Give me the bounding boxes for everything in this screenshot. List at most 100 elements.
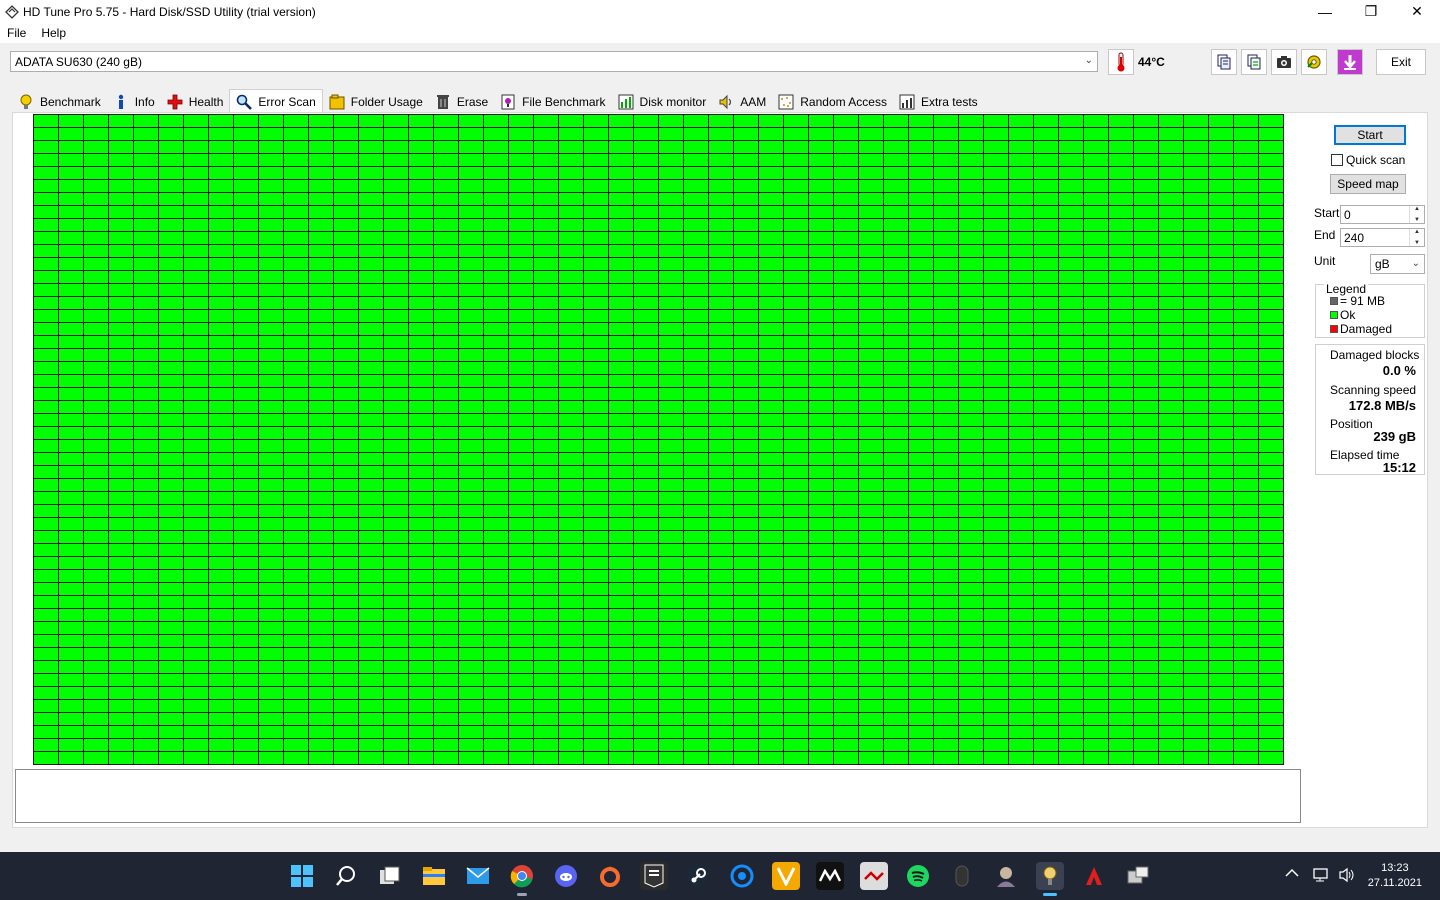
menu-help[interactable]: Help: [41, 26, 66, 40]
copy-text-button[interactable]: [1211, 49, 1237, 75]
chevron-down-icon: ⌄: [1084, 55, 1093, 66]
quick-scan-checkbox[interactable]: Quick scan: [1331, 153, 1405, 167]
tab-extra-tests[interactable]: Extra tests: [893, 91, 984, 113]
health-cross-icon: [167, 94, 183, 110]
start-button-taskbar[interactable]: [288, 862, 316, 890]
tab-label: Disk monitor: [639, 95, 707, 109]
random-access-icon: [778, 94, 794, 110]
speaker-icon: [718, 94, 734, 110]
thermometer-icon: [1117, 52, 1125, 72]
save-button[interactable]: [1337, 49, 1363, 75]
mail-button[interactable]: [464, 862, 492, 890]
tab-random-access[interactable]: Random Access: [772, 91, 893, 113]
running-indicator: [517, 893, 527, 896]
tab-folder-usage[interactable]: Folder Usage: [323, 91, 429, 113]
volume-control[interactable]: [1338, 867, 1356, 886]
extra-tests-icon: [899, 94, 915, 110]
tab-aam[interactable]: AAM: [712, 91, 772, 113]
legend-ok: Ok: [1330, 308, 1355, 322]
chrome-icon: [510, 865, 533, 888]
mouse-app-button[interactable]: [948, 862, 976, 890]
tab-benchmark[interactable]: Benchmark: [12, 91, 107, 113]
tab-file-benchmark[interactable]: File Benchmark: [494, 91, 611, 113]
options-button[interactable]: [1301, 49, 1327, 75]
discord-button[interactable]: [552, 862, 580, 890]
legend-block-size-text: = 91 MB: [1340, 294, 1386, 308]
end-value: 240: [1344, 230, 1365, 245]
spin-arrows[interactable]: ▲ ▼: [1409, 206, 1424, 223]
file-explorer-button[interactable]: [420, 862, 448, 890]
origin-button[interactable]: [596, 862, 624, 890]
tab-label: Folder Usage: [350, 95, 423, 109]
folder-icon: [423, 867, 445, 885]
tab-info[interactable]: Info: [107, 91, 161, 113]
steam-button[interactable]: [684, 862, 712, 890]
msi-afterburner-icon: [864, 871, 884, 881]
clock-date: 27.11.2021: [1367, 877, 1422, 889]
tab-error-scan[interactable]: Error Scan: [229, 89, 323, 113]
menu-file[interactable]: File: [7, 26, 26, 40]
legend-block-size: = 91 MB: [1330, 294, 1385, 308]
system-clock[interactable]: 13:23 27.11.2021: [1368, 861, 1422, 891]
tab-label: Erase: [456, 95, 489, 109]
magnifier-icon: [236, 94, 253, 110]
adobe-button[interactable]: [1080, 862, 1108, 890]
msi-afterburner-button[interactable]: [860, 862, 888, 890]
unit-select[interactable]: gB ⌄: [1370, 254, 1425, 274]
epic-games-button[interactable]: [640, 862, 668, 890]
quick-scan-label: Quick scan: [1346, 153, 1406, 167]
chrome-button[interactable]: [508, 862, 536, 896]
download-arrow-icon: [1344, 55, 1356, 70]
tab-erase[interactable]: Erase: [429, 91, 494, 113]
error-scan-panel: Start Quick scan Speed map Start 0 ▲ ▼ En…: [12, 112, 1428, 828]
network-status[interactable]: [1312, 867, 1330, 886]
speed-map-button[interactable]: Speed map: [1330, 174, 1406, 194]
trash-icon: [435, 94, 451, 110]
origin-icon: [600, 866, 620, 887]
hd-tune-button[interactable]: [1036, 862, 1064, 896]
window-title: HD Tune Pro 5.75 - Hard Disk/SSD Utility…: [23, 4, 316, 19]
spin-arrows[interactable]: ▲ ▼: [1409, 229, 1424, 246]
task-view-button[interactable]: [376, 862, 404, 890]
minimize-button[interactable]: —: [1302, 0, 1348, 23]
battlenet-button[interactable]: [728, 862, 756, 890]
spotify-button[interactable]: [904, 862, 932, 890]
tab-strip: Benchmark Info Health Error Scan Folder …: [12, 89, 984, 113]
end-spinbox[interactable]: 240 ▲ ▼: [1340, 228, 1425, 247]
start-spinbox[interactable]: 0 ▲ ▼: [1340, 205, 1425, 224]
tab-disk-monitor[interactable]: Disk monitor: [612, 91, 713, 113]
menu-bar: File Help: [0, 23, 1440, 43]
temperature-button[interactable]: [1108, 49, 1134, 75]
network-tool-button[interactable]: [1124, 862, 1152, 890]
legend-damaged: Damaged: [1330, 322, 1392, 336]
taskbar: 13:23 27.11.2021: [0, 852, 1440, 900]
close-button[interactable]: ✕: [1394, 0, 1440, 23]
vortex-button[interactable]: [772, 862, 800, 890]
maximize-button[interactable]: ❐: [1348, 0, 1394, 23]
search-icon: [336, 866, 355, 886]
legend-damaged-text: Damaged: [1340, 322, 1393, 336]
search-button[interactable]: [332, 862, 360, 890]
checkbox-box[interactable]: [1331, 154, 1343, 166]
block-map: [33, 114, 1284, 765]
legend-ok-text: Ok: [1340, 308, 1356, 322]
adobe-icon: [1086, 867, 1102, 885]
tab-health[interactable]: Health: [161, 91, 230, 113]
exit-button[interactable]: Exit: [1376, 49, 1426, 75]
elapsed-time-value: 15:12: [1382, 460, 1416, 475]
chevron-up-icon: [1285, 868, 1299, 877]
avatar-app-button[interactable]: [992, 862, 1020, 890]
start-button[interactable]: Start: [1334, 125, 1406, 145]
start-label: Start: [1314, 206, 1340, 220]
msi-button[interactable]: [816, 862, 844, 890]
unit-label: Unit: [1314, 254, 1336, 268]
show-hidden-icons[interactable]: [1285, 867, 1299, 881]
drive-select[interactable]: ADATA SU630 (240 gB) ⌄: [10, 51, 1098, 72]
screenshot-button[interactable]: [1271, 49, 1297, 75]
disk-monitor-icon: [618, 94, 634, 110]
tab-label: AAM: [740, 95, 767, 109]
avatar-app-icon: [997, 867, 1015, 887]
copy-info-button[interactable]: [1241, 49, 1267, 75]
spotify-icon: [907, 865, 929, 887]
info-icon: [113, 94, 129, 110]
